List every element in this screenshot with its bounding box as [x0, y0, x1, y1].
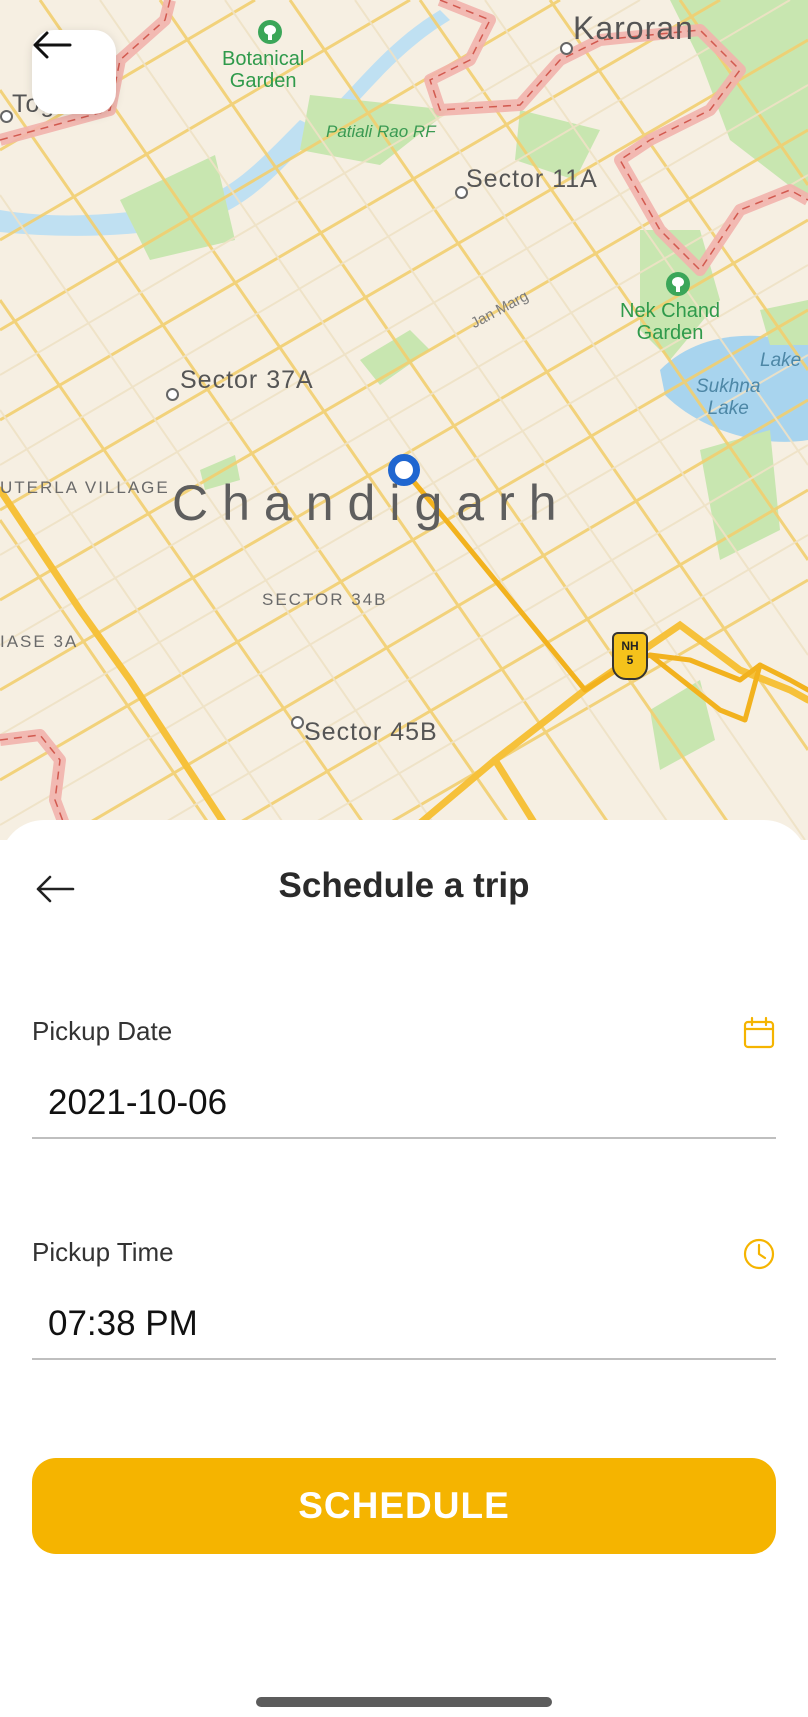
- park-pin-icon: [258, 20, 282, 44]
- pickup-date-field: Pickup Date 2021-10-06: [32, 1016, 776, 1139]
- map-marker-karoran: [560, 42, 573, 55]
- calendar-icon[interactable]: [742, 1016, 776, 1050]
- highway-shield-icon: NH 5: [612, 632, 648, 680]
- map-label-patiali-rao: Patiali Rao RF: [326, 122, 436, 141]
- pickup-time-underline: [32, 1358, 776, 1360]
- clock-icon[interactable]: [742, 1237, 776, 1271]
- map-label-buterla-village: UTERLA VILLAGE: [0, 478, 170, 497]
- map-marker-togan: [0, 110, 13, 123]
- pickup-time-field: Pickup Time 07:38 PM: [32, 1237, 776, 1360]
- map-back-button[interactable]: [32, 30, 116, 114]
- park-pin-icon: [666, 272, 690, 296]
- map-label-sector-11a: Sector 11A: [466, 165, 598, 193]
- pickup-date-underline: [32, 1137, 776, 1139]
- map-label-sector-37a: Sector 37A: [180, 366, 314, 394]
- map-label-sector-45b: Sector 45B: [304, 718, 438, 746]
- arrow-left-icon: [33, 31, 72, 59]
- pickup-time-label: Pickup Time: [32, 1237, 174, 1267]
- highway-shield-number: 5: [626, 653, 634, 667]
- current-location-pin: [388, 454, 420, 486]
- highway-shield-top: NH: [621, 639, 639, 653]
- schedule-sheet: Schedule a trip Pickup Date 2021-10-06 P…: [0, 820, 808, 1717]
- map-view[interactable]: Karoran Togan Botanical Garden Patiali R…: [0, 0, 808, 840]
- map-marker-sector-45b: [291, 716, 304, 729]
- home-indicator: [256, 1697, 552, 1707]
- map-label-karoran: Karoran: [573, 10, 694, 46]
- pickup-time-input[interactable]: 07:38 PM: [32, 1298, 748, 1350]
- map-label-botanical-garden: Botanical Garden: [222, 48, 305, 92]
- map-marker-sector-11a: [455, 186, 468, 199]
- map-label-sector-34b: SECTOR 34B: [262, 590, 388, 609]
- map-label-phase-3a: IASE 3A: [0, 632, 79, 651]
- map-label-lake: Lake: [760, 350, 802, 371]
- map-marker-sector-37a: [166, 388, 179, 401]
- schedule-button[interactable]: SCHEDULE: [32, 1458, 776, 1554]
- page-title: Schedule a trip: [278, 866, 530, 905]
- map-label-city: Chandigarh: [172, 475, 571, 531]
- map-label-nek-chand-garden: Nek Chand Garden: [620, 300, 721, 344]
- map-label-sukhna-lake: Sukhna Lake: [696, 376, 761, 419]
- pickup-date-input[interactable]: 2021-10-06: [32, 1077, 748, 1129]
- pickup-date-label: Pickup Date: [32, 1016, 173, 1046]
